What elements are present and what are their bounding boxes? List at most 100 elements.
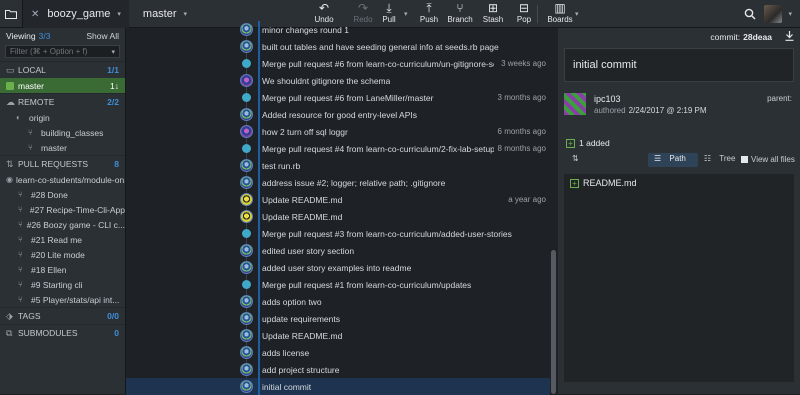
commit-row[interactable]: edited user story section [126, 242, 550, 259]
commit-time: 3 weeks ago [501, 59, 546, 68]
sidebar-item-pull-request[interactable]: ⑂ #18 Ellen [0, 262, 125, 277]
commit-row[interactable]: how 2 turn off sql loggr 6 months ago [126, 123, 550, 140]
sidebar-item-pull-request[interactable]: ⑂ #28 Done [0, 187, 125, 202]
graph-scrollbar[interactable] [551, 250, 556, 394]
commit-time: a year ago [508, 195, 546, 204]
branch-icon: ⑂ [28, 143, 33, 152]
chevron-down-icon[interactable]: ▾ [111, 48, 115, 56]
branch-label: master [18, 80, 44, 91]
commit-message: Merge pull request #3 from learn-co-curr… [262, 229, 512, 239]
pr-label: #28 Done [31, 189, 68, 200]
close-icon[interactable]: ✕ [31, 9, 39, 20]
sidebar-item-master[interactable]: master 1↓ [0, 78, 125, 93]
commit-row[interactable]: initial commit [126, 378, 550, 395]
tags-section-header[interactable]: ⬗ TAGS 0/0 [0, 307, 125, 324]
check-icon [6, 81, 14, 90]
sidebar-item-pull-request[interactable]: ⑂ #9 Starting cli [0, 277, 125, 292]
pull-requests-section-header[interactable]: ⇅ PULL REQUESTS 8 [0, 155, 125, 172]
commit-row[interactable]: Merge pull request #6 from learn-co-curr… [126, 55, 550, 72]
sidebar-item-pull-request[interactable]: ⑂ #27 Recipe-Time-Cli-App [0, 202, 125, 217]
sort-icon[interactable]: ⇅ [572, 154, 579, 163]
view-all-files-checkbox[interactable]: View all files [741, 155, 795, 164]
commit-row[interactable]: Merge pull request #4 from learn-co-curr… [126, 140, 550, 157]
folder-icon[interactable] [0, 0, 22, 28]
commit-row[interactable]: Merge pull request #3 from learn-co-curr… [126, 225, 550, 242]
boards-options-caret[interactable]: ▾ [575, 10, 579, 18]
pull-request-icon: ⑂ [18, 235, 23, 244]
branch-icon: ⑂ [28, 128, 33, 137]
commit-row[interactable]: add project structure [126, 361, 550, 378]
remote-label: building_classes [41, 127, 104, 138]
author-avatar [240, 329, 253, 342]
branch-bar [258, 259, 260, 276]
commit-row[interactable]: Update README.md a year ago [126, 191, 550, 208]
sidebar-item-remote[interactable]: ⑂ building_classes [0, 125, 125, 140]
commit-row[interactable]: adds license [126, 344, 550, 361]
filter-input[interactable]: Filter (⌘ + Option + f) ▾ [5, 45, 120, 58]
repo-tab[interactable]: ✕ boozy_game ▾ [22, 0, 129, 28]
path-label: Path [669, 154, 686, 163]
commit-row[interactable]: Merge pull request #6 from LaneMiller/ma… [126, 89, 550, 106]
pull-request-icon: ⑂ [18, 190, 23, 199]
viewing-header: Viewing 3/3 Show All [0, 28, 125, 44]
commit-row[interactable]: Update README.md [126, 327, 550, 344]
pull-request-icon: ⑂ [18, 280, 23, 289]
pr-repo-item[interactable]: ◉ learn-co-students/module-on... [0, 172, 125, 187]
sidebar-item-pull-request[interactable]: ⑂ #21 Read me [0, 232, 125, 247]
chevron-down-icon[interactable]: ▾ [788, 10, 792, 18]
sidebar-item-pull-request[interactable]: ⑂ #20 Lite mode [0, 247, 125, 262]
path-view-button[interactable]: ☰ Path [648, 153, 698, 167]
commit-row[interactable]: built out tables and have seeding genera… [126, 38, 550, 55]
commit-row[interactable]: address issue #2; logger; relative path;… [126, 174, 550, 191]
remote-section-header[interactable]: ☁ REMOTE 2/2 [0, 93, 125, 110]
author-avatar [240, 193, 253, 206]
filter-placeholder: Filter (⌘ + Option + f) [10, 47, 88, 56]
sidebar-item-remote[interactable]: ◐ origin [0, 110, 125, 125]
commit-row[interactable]: Update README.md [126, 208, 550, 225]
author-avatar [240, 363, 253, 376]
branch-bar [258, 310, 260, 327]
branch-bar [258, 378, 260, 395]
commit-message-box[interactable]: initial commit [564, 48, 794, 82]
commit-row[interactable]: update requirements [126, 310, 550, 327]
commit-message: Update README.md [262, 331, 343, 341]
commit-row[interactable]: Added resource for good entry-level APIs [126, 106, 550, 123]
merge-commit-node [242, 144, 251, 153]
branch-bar [258, 208, 260, 225]
commit-message: Merge pull request #4 from learn-co-curr… [262, 144, 494, 154]
chevron-down-icon[interactable]: ▾ [117, 10, 121, 18]
search-icon[interactable] [744, 8, 757, 20]
author-identicon [564, 93, 586, 115]
author-avatar [240, 108, 253, 121]
file-row[interactable]: + README.md [564, 175, 794, 191]
user-avatar[interactable] [764, 5, 783, 23]
commit-message: minor changes round 1 [262, 25, 349, 35]
sidebar-item-pull-request[interactable]: ⑂ #26 Boozy game - CLI c... [0, 217, 125, 232]
tree-view-button[interactable]: ☷ Tree [698, 153, 748, 167]
remote-count: 2/2 [107, 97, 119, 107]
commit-row[interactable]: We shouldnt gitignore the schema [126, 72, 550, 89]
branch-bar [258, 242, 260, 259]
commit-row[interactable]: test run.rb [126, 157, 550, 174]
sidebar-item-pull-request[interactable]: ⑂ #5 Player/stats/api int... [0, 292, 125, 307]
chevron-down-icon[interactable]: ▾ [184, 10, 188, 18]
commit-sha[interactable]: 28deaa [743, 32, 772, 42]
author-avatar [240, 312, 253, 325]
branch-bar [258, 38, 260, 55]
download-icon[interactable] [785, 31, 794, 43]
local-section-header[interactable]: ▭ LOCAL 1/1 [0, 61, 125, 78]
commit-row[interactable]: adds option two [126, 293, 550, 310]
pr-label: #5 Player/stats/api int... [31, 294, 120, 305]
commit-row[interactable]: Merge pull request #1 from learn-co-curr… [126, 276, 550, 293]
commit-row[interactable]: minor changes round 1 [126, 21, 550, 38]
file-name: README.md [583, 178, 637, 188]
commit-row[interactable]: added user story examples into readme [126, 259, 550, 276]
sidebar-item-remote[interactable]: ⑂ master [0, 140, 125, 155]
authored-date: 2/24/2017 @ 2:19 PM [628, 106, 707, 115]
show-all-button[interactable]: Show All [86, 31, 119, 41]
submodule-icon: ⧉ [6, 327, 13, 338]
submodules-section-header[interactable]: ⧉ SUBMODULES 0 [0, 324, 125, 341]
pull-options-caret[interactable]: ▾ [404, 10, 408, 18]
author-avatar [240, 159, 253, 172]
pr-count: 8 [114, 159, 119, 169]
